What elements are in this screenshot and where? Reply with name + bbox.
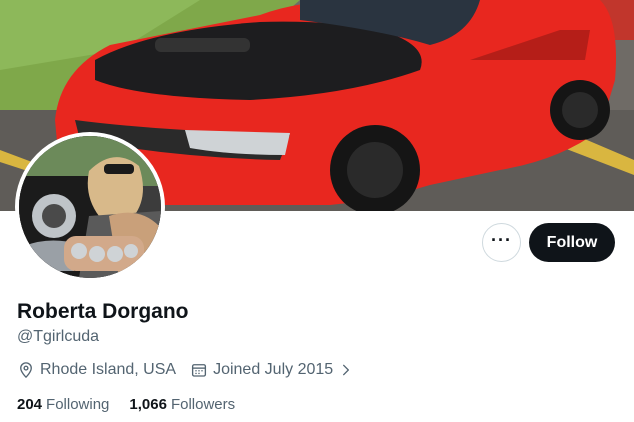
- avatar-image: [19, 136, 161, 278]
- profile-stats: 204 Following 1,066 Followers: [17, 396, 235, 413]
- followers-label: Followers: [170, 396, 236, 413]
- follow-button[interactable]: Follow: [529, 223, 615, 262]
- more-icon: ···: [491, 229, 512, 250]
- more-button[interactable]: ···: [482, 223, 521, 262]
- profile-handle: @Tgirlcuda: [17, 328, 100, 345]
- followers-link[interactable]: 1,066 Followers: [129, 396, 235, 413]
- location-item: Rhode Island, USA: [17, 361, 176, 379]
- following-count: 204: [17, 396, 43, 413]
- following-label: Following: [46, 396, 110, 413]
- profile-name: Roberta Dorgano: [17, 300, 189, 323]
- calendar-icon: [192, 364, 207, 377]
- chevron-right-icon: [343, 364, 350, 376]
- profile-meta: Rhode Island, USA Joined July 2015: [17, 361, 353, 379]
- location-text: Rhode Island, USA: [40, 361, 177, 378]
- joined-text: Joined July 2015: [213, 361, 334, 378]
- location-pin-icon: [20, 362, 32, 379]
- followers-count: 1,066: [129, 396, 167, 413]
- avatar[interactable]: [15, 132, 165, 282]
- following-link[interactable]: 204 Following: [17, 396, 109, 413]
- joined-item[interactable]: Joined July 2015: [190, 361, 353, 379]
